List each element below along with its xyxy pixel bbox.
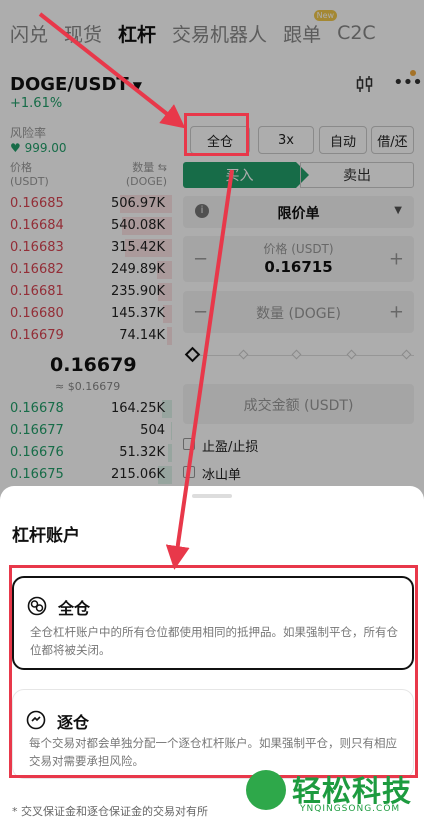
leaf-logo-icon — [246, 770, 286, 810]
sheet-title: 杠杆账户 — [12, 526, 80, 546]
watermark-logo: 轻松科技 YNQINGSONG.COM — [240, 768, 424, 819]
watermark-sub: YNQINGSONG.COM — [300, 804, 401, 814]
highlight-box-margin-mode — [184, 113, 249, 156]
highlight-box-options — [9, 565, 418, 778]
sheet-handle[interactable] — [192, 494, 232, 498]
sheet-footnote: * 交叉保证金和逐仓保证金的交易对有所 — [12, 805, 208, 818]
margin-trade-screen: 闪兑 现货 杠杆 交易机器人 跟单 New C2C DOGE/USDT ▼ +1.6… — [0, 0, 424, 819]
